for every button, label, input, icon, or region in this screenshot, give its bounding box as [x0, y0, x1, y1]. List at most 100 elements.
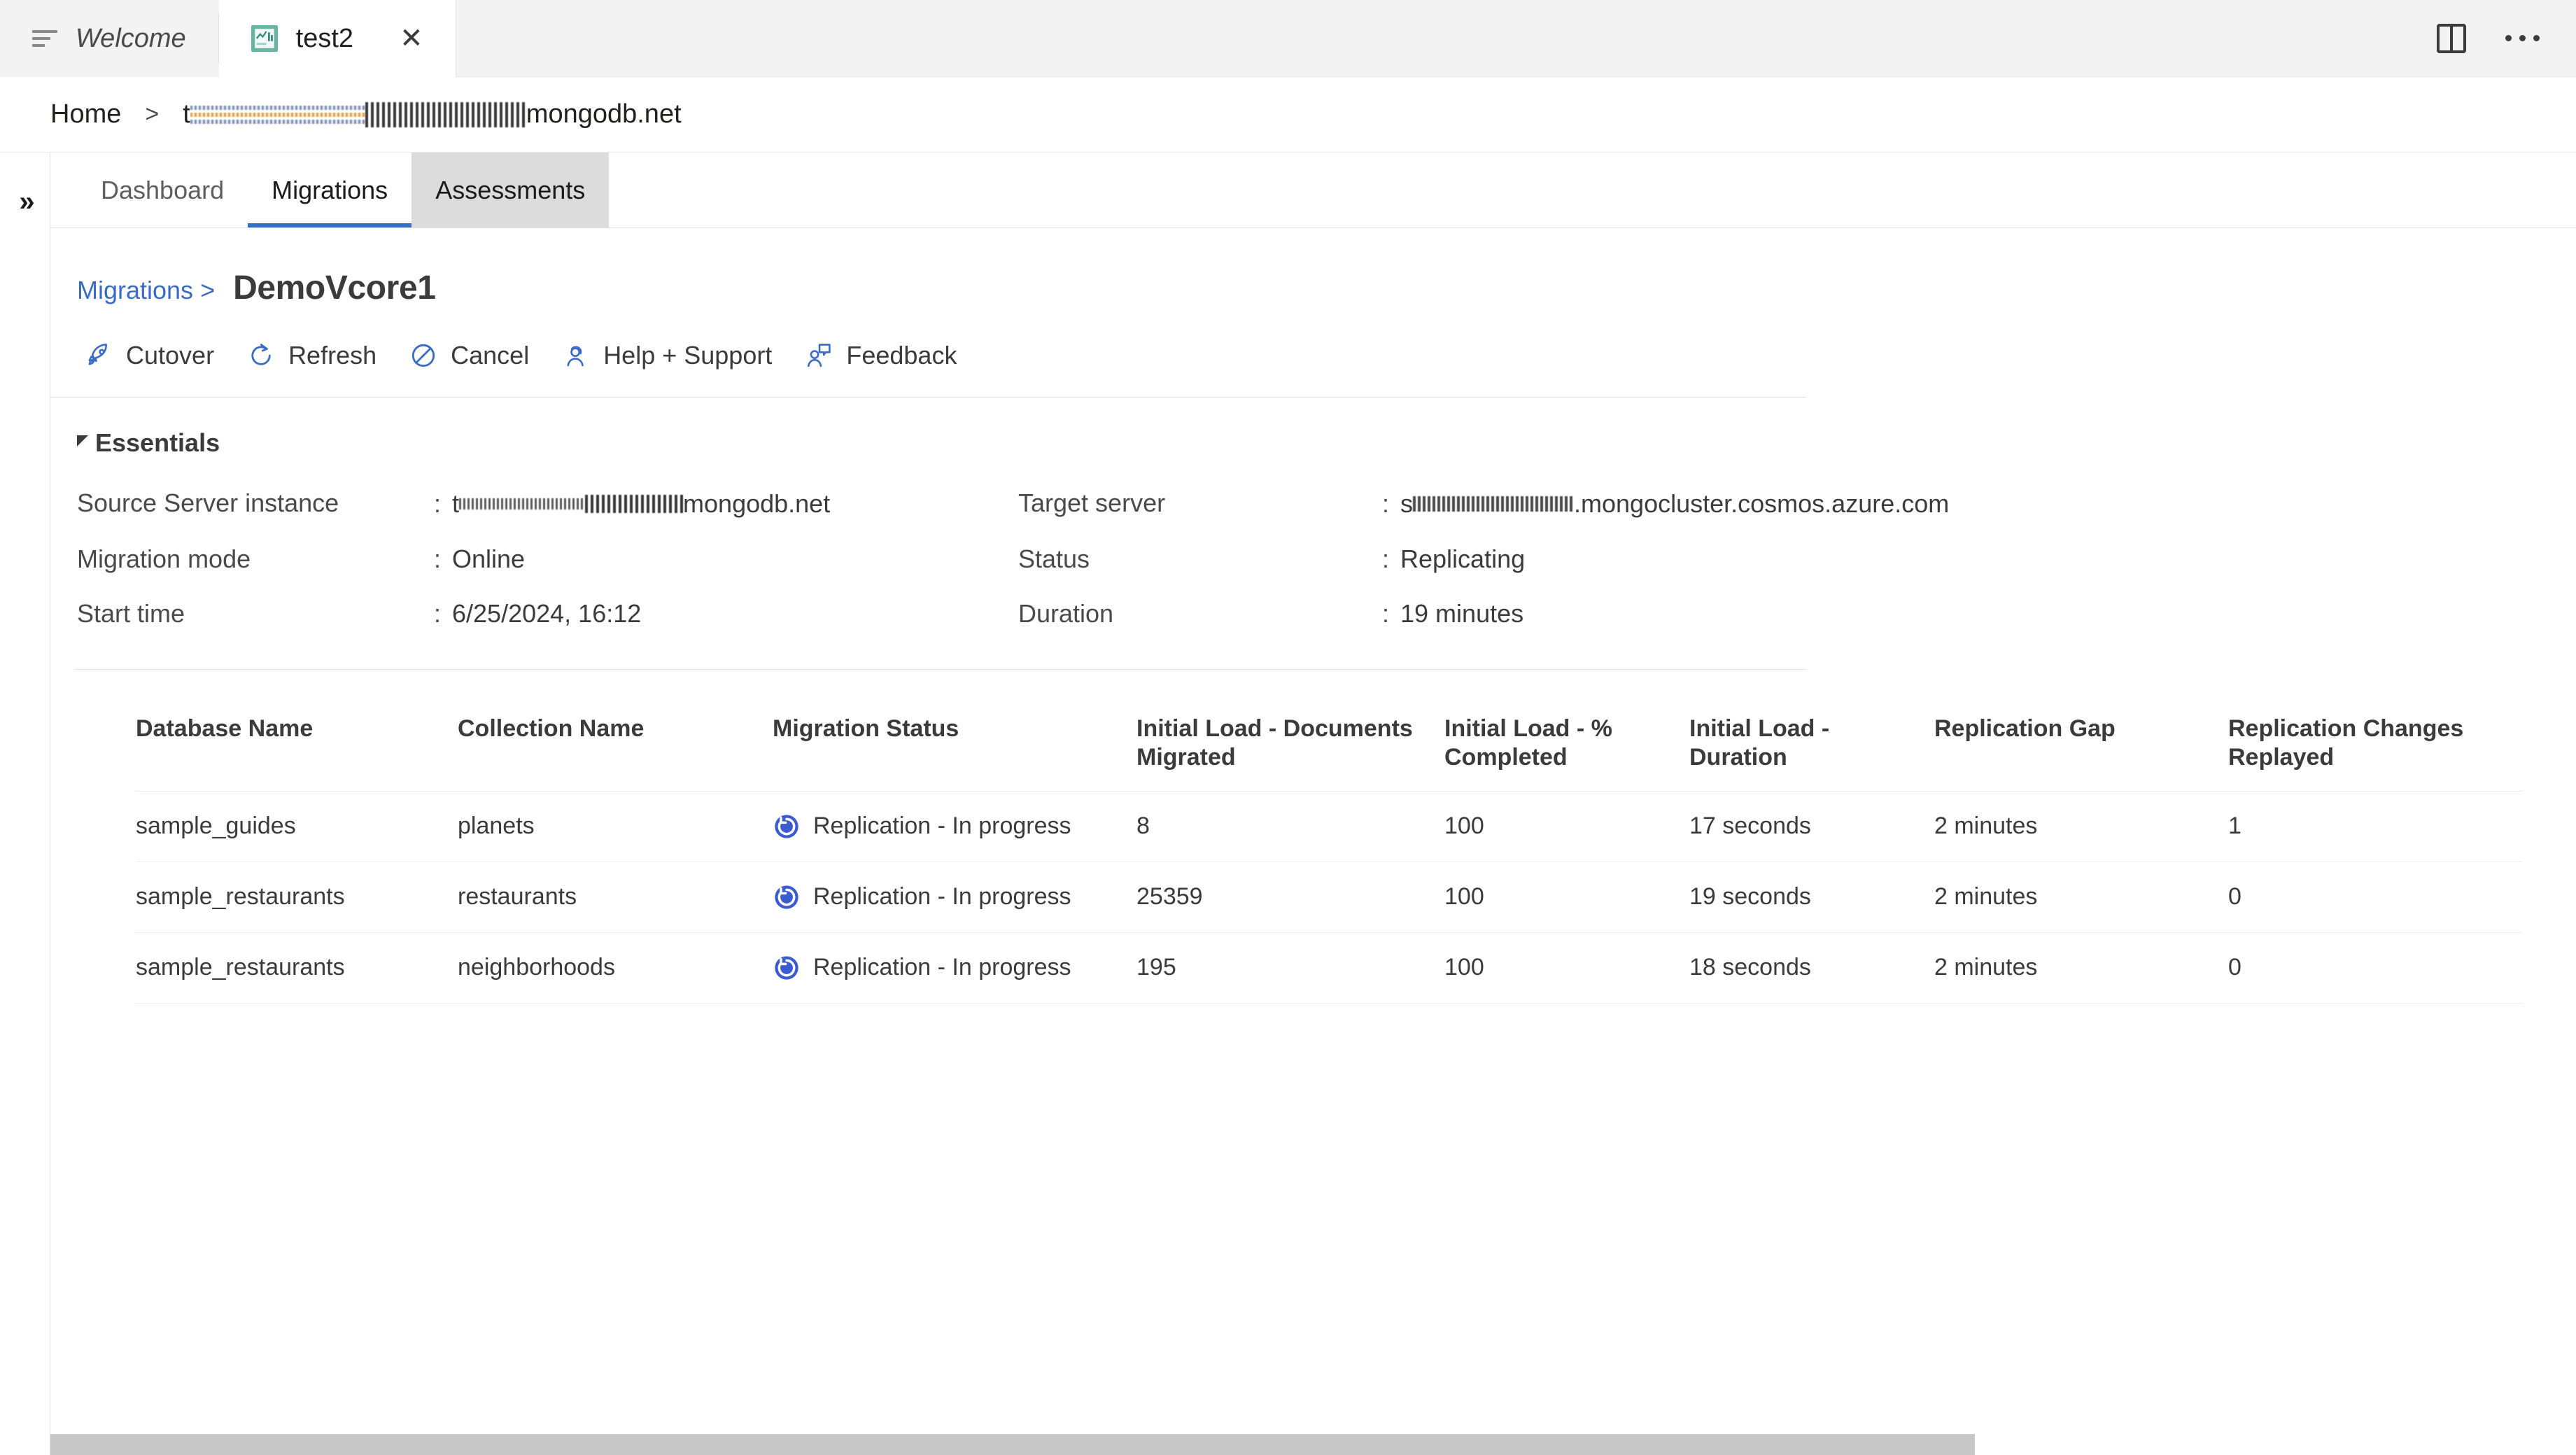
main-content: Dashboard Migrations Assessments Migrati…: [50, 153, 2576, 1455]
cancel-label: Cancel: [451, 341, 529, 370]
essentials-section: Essentials Source Server instance : t mo…: [50, 398, 2576, 641]
chart-icon: [251, 25, 278, 52]
split-editor-icon[interactable]: [2437, 24, 2466, 53]
breadcrumb-home[interactable]: Home: [50, 99, 121, 129]
cell-migration-status: Replication - In progress: [773, 862, 1136, 932]
tab-assessments[interactable]: Assessments: [411, 153, 609, 227]
table-row[interactable]: sample_restaurants restaurants Replicati…: [136, 862, 2522, 932]
breadcrumb-resource[interactable]: t mongodb.net: [183, 99, 681, 130]
start-time-value: 6/25/2024, 16:12: [452, 599, 641, 628]
feedback-button[interactable]: Feedback: [794, 335, 979, 376]
cancel-icon: [409, 341, 438, 370]
cell-percent-completed: 100: [1444, 862, 1689, 932]
help-support-button[interactable]: Help + Support: [551, 335, 794, 376]
page-title: DemoVcore1: [233, 269, 435, 307]
essentials-value-status: : Replicating: [1382, 532, 1966, 586]
expand-panel-icon[interactable]: »: [19, 186, 30, 1455]
column-header-changes-replayed[interactable]: Replication Changes Replayed: [2228, 702, 2522, 791]
essentials-label-start-time: Start time: [77, 586, 434, 641]
cutover-button[interactable]: Cutover: [74, 335, 237, 376]
cell-database-name: sample_guides: [136, 791, 458, 862]
tab-migrations[interactable]: Migrations: [248, 153, 411, 227]
collections-table-container: Database Name Collection Name Migration …: [50, 670, 2576, 1455]
table-body: sample_guides planets Replication - In p…: [136, 791, 2522, 1003]
refresh-button[interactable]: Refresh: [237, 335, 399, 376]
target-server-value: s .mongocluster.cosmos.azure.com: [1400, 490, 1949, 518]
sync-in-progress-icon: [773, 813, 801, 841]
cell-collection-name: neighborhoods: [458, 932, 773, 1003]
status-text: Replication - In progress: [813, 883, 1071, 911]
tab-dashboard-label: Dashboard: [101, 176, 224, 205]
table-row[interactable]: sample_restaurants neighborhoods Replica…: [136, 932, 2522, 1003]
colon-1: :: [1382, 489, 1389, 519]
rocket-icon: [84, 341, 113, 370]
table-row[interactable]: sample_guides planets Replication - In p…: [136, 791, 2522, 862]
cutover-label: Cutover: [126, 341, 214, 370]
column-header-collection-name[interactable]: Collection Name: [458, 702, 773, 791]
source-server-suffix: mongodb.net: [683, 489, 830, 519]
source-server-value: t mongodb.net: [452, 488, 830, 519]
cell-replication-gap: 2 minutes: [1934, 862, 2228, 932]
status-text: Replication - In progress: [813, 954, 1071, 981]
column-header-migration-status[interactable]: Migration Status: [773, 702, 1136, 791]
essentials-value-source-server: : t mongodb.net: [434, 476, 1018, 532]
migration-mode-value: Online: [452, 544, 525, 574]
sync-in-progress-icon: [773, 954, 801, 982]
essentials-header[interactable]: Essentials: [77, 428, 2576, 458]
help-support-label: Help + Support: [603, 341, 772, 370]
essentials-label-target-server: Target server: [1018, 476, 1382, 532]
colon-5: :: [1382, 599, 1389, 628]
cell-documents-migrated: 8: [1136, 791, 1444, 862]
cell-replication-gap: 2 minutes: [1934, 932, 2228, 1003]
migrations-back-link[interactable]: Migrations >: [77, 276, 215, 305]
column-header-documents-migrated[interactable]: Initial Load - Documents Migrated: [1136, 702, 1444, 791]
duration-value: 19 minutes: [1400, 599, 1523, 628]
cancel-button[interactable]: Cancel: [399, 335, 551, 376]
tab-test2[interactable]: test2 ✕: [219, 0, 456, 77]
page-body: » Dashboard Migrations Assessments Migra…: [0, 153, 2576, 1455]
cell-changes-replayed: 0: [2228, 932, 2522, 1003]
scrollbar-thumb[interactable]: [50, 1434, 1975, 1455]
horizontal-scrollbar[interactable]: [50, 1434, 2576, 1455]
column-header-replication-gap[interactable]: Replication Gap: [1934, 702, 2228, 791]
tabstrip-actions: [2437, 0, 2576, 76]
colon-3: :: [1382, 544, 1389, 574]
column-header-percent-completed[interactable]: Initial Load - % Completed: [1444, 702, 1689, 791]
essentials-value-target-server: : s .mongocluster.cosmos.azure.com: [1382, 476, 1966, 532]
refresh-label: Refresh: [288, 341, 376, 370]
essentials-grid: Source Server instance : t mongodb.net T…: [77, 476, 1966, 641]
tab-assessments-label: Assessments: [435, 176, 585, 205]
collections-table: Database Name Collection Name Migration …: [136, 702, 2522, 1004]
help-support-icon: [561, 341, 591, 370]
tab-welcome[interactable]: Welcome: [0, 0, 218, 77]
column-header-database-name[interactable]: Database Name: [136, 702, 458, 791]
tab-dashboard[interactable]: Dashboard: [77, 153, 248, 227]
target-server-prefix: s: [1400, 489, 1413, 519]
cell-percent-completed: 100: [1444, 932, 1689, 1003]
close-icon[interactable]: ✕: [400, 24, 423, 52]
feedback-icon: [804, 341, 833, 370]
essentials-value-duration: : 19 minutes: [1382, 586, 1966, 641]
status-text: Replication - In progress: [813, 813, 1071, 840]
cell-documents-migrated: 195: [1136, 932, 1444, 1003]
more-actions-icon[interactable]: [2505, 35, 2540, 41]
cell-collection-name: restaurants: [458, 862, 773, 932]
cell-collection-name: planets: [458, 791, 773, 862]
target-server-suffix: .mongocluster.cosmos.azure.com: [1574, 489, 1949, 519]
column-header-initial-load-duration[interactable]: Initial Load - Duration: [1689, 702, 1934, 791]
source-server-prefix: t: [452, 489, 459, 519]
cell-replication-gap: 2 minutes: [1934, 791, 2228, 862]
refresh-icon: [246, 341, 276, 370]
feedback-label: Feedback: [846, 341, 957, 370]
essentials-value-migration-mode: : Online: [434, 532, 1018, 586]
colon-0: :: [434, 489, 441, 519]
breadcrumb-resource-prefix: t: [183, 99, 190, 129]
collapse-caret-icon: [77, 435, 88, 447]
colon-2: :: [434, 544, 441, 574]
redacted-text: [1413, 496, 1574, 512]
cell-initial-load-duration: 19 seconds: [1689, 862, 1934, 932]
cell-percent-completed: 100: [1444, 791, 1689, 862]
cell-migration-status: Replication - In progress: [773, 791, 1136, 862]
sync-in-progress-icon: [773, 883, 801, 911]
essentials-label-migration-mode: Migration mode: [77, 532, 434, 586]
